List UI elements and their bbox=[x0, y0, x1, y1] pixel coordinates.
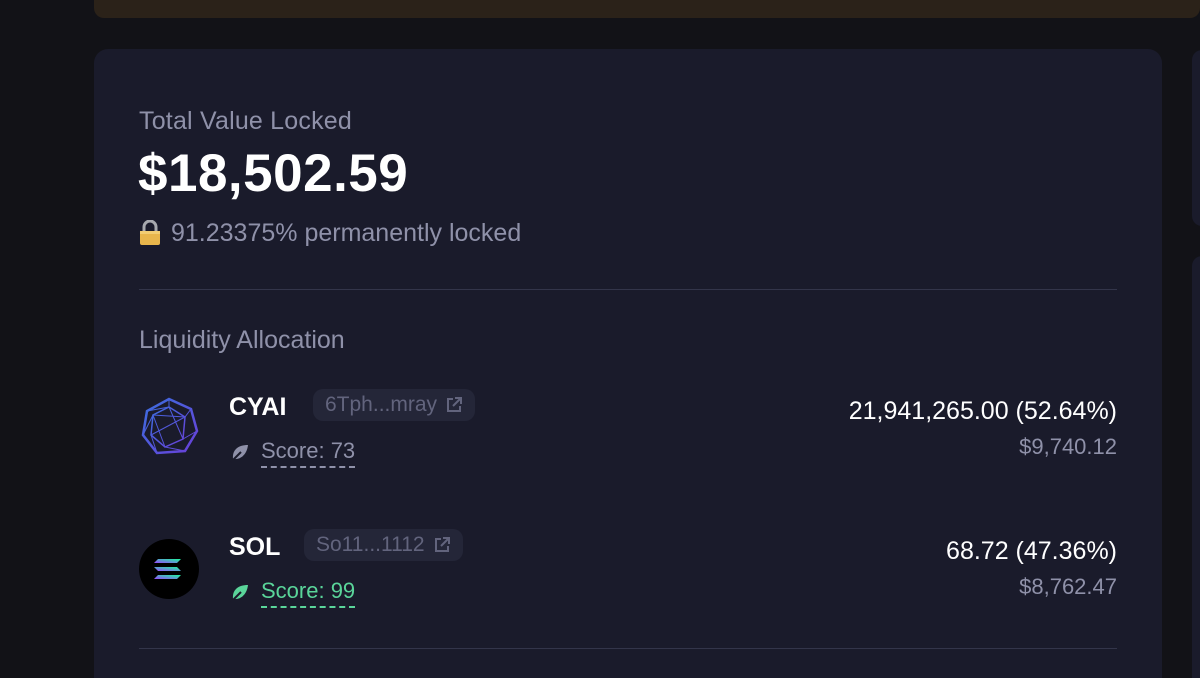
score-text: Score: 99 bbox=[261, 578, 356, 608]
allocation-title: Liquidity Allocation bbox=[139, 326, 345, 354]
locked-percent-text: 91.23375% permanently locked bbox=[171, 218, 522, 247]
sol-logo bbox=[139, 539, 199, 599]
divider bbox=[139, 648, 1117, 649]
score-badge[interactable]: Score: 73 bbox=[229, 437, 356, 469]
leaf-icon bbox=[230, 445, 248, 463]
lock-icon bbox=[140, 220, 160, 245]
external-link-icon bbox=[447, 397, 463, 412]
token-usd-value: $8,762.47 bbox=[1019, 574, 1117, 599]
token-amount: 68.72 (47.36%) bbox=[946, 537, 1117, 565]
divider bbox=[139, 289, 1117, 290]
token-address-link[interactable]: So11...1112 bbox=[304, 529, 463, 561]
token-row-sol: SOL So11...1112 Score: 99 68.72 (47.36%)… bbox=[139, 529, 1117, 619]
top-banner bbox=[94, 0, 1200, 18]
tvl-label: Total Value Locked bbox=[139, 107, 352, 135]
locked-status: 91.23375% permanently locked bbox=[139, 217, 521, 249]
token-row-cyai: CYAI 6Tph...mray Score: 73 21,941,265.00… bbox=[139, 389, 1117, 479]
token-address-link[interactable]: 6Tph...mray bbox=[313, 389, 476, 421]
score-badge[interactable]: Score: 99 bbox=[229, 577, 356, 609]
side-panel-bottom bbox=[1192, 256, 1200, 678]
side-panel-top bbox=[1192, 50, 1200, 226]
token-amount: 21,941,265.00 (52.64%) bbox=[848, 397, 1117, 425]
token-address: 6Tph...mray bbox=[325, 393, 438, 416]
leaf-icon bbox=[230, 585, 248, 603]
score-text: Score: 73 bbox=[261, 438, 356, 468]
cyai-logo bbox=[141, 397, 199, 455]
liquidity-card: Total Value Locked $18,502.59 91.23375% … bbox=[94, 49, 1162, 678]
token-usd-value: $9,740.12 bbox=[1019, 434, 1117, 459]
token-address: So11...1112 bbox=[316, 533, 425, 556]
page: Total Value Locked $18,502.59 91.23375% … bbox=[0, 0, 1200, 678]
tvl-value: $18,502.59 bbox=[138, 144, 409, 203]
token-symbol: SOL bbox=[229, 533, 281, 561]
external-link-icon bbox=[434, 537, 450, 552]
token-symbol: CYAI bbox=[229, 393, 287, 421]
